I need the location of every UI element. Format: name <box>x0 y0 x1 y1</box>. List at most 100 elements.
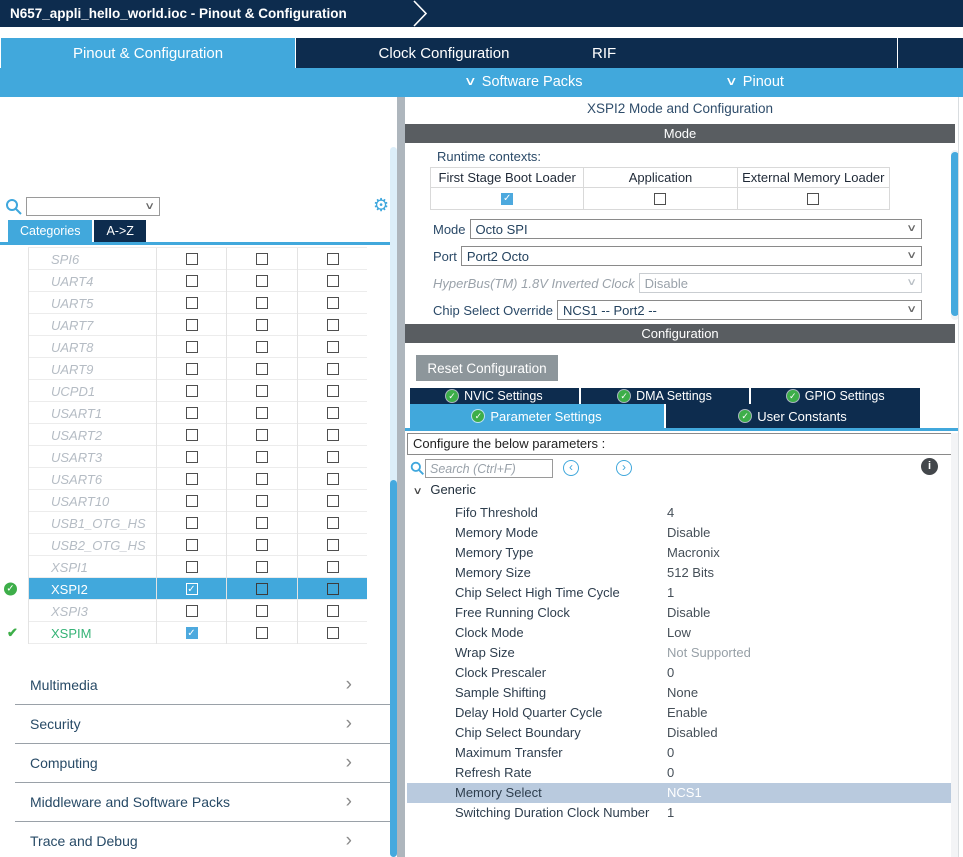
peripheral-row[interactable]: ✓ ✔ USART6 <box>29 468 367 490</box>
context1-checkbox[interactable] <box>185 539 198 551</box>
sidebar-tab[interactable]: Categories <box>8 220 93 242</box>
peripheral-row[interactable]: ✓ ✔ UART4 <box>29 270 367 292</box>
peripheral-row[interactable]: ✓ ✔ XSPIM <box>7 622 367 644</box>
context3-checkbox[interactable] <box>327 429 339 441</box>
peripheral-row[interactable]: ✓ ✔ USART10 <box>29 490 367 512</box>
context1-checkbox[interactable] <box>185 363 198 375</box>
sidebar-scrollbar-thumb[interactable] <box>390 480 397 857</box>
parameter-row[interactable]: Wrap Size Not Supported <box>407 643 953 663</box>
context3-checkbox[interactable] <box>327 341 339 353</box>
context3-checkbox[interactable] <box>327 583 339 595</box>
context2-checkbox[interactable] <box>256 539 268 551</box>
runtime-context-checkbox[interactable] <box>807 192 820 205</box>
main-tab[interactable]: Pinout & Configuration <box>0 38 295 68</box>
peripheral-row[interactable]: ✓ ✔ USART1 <box>29 402 367 424</box>
parameter-row[interactable]: Free Running Clock Disable <box>407 603 953 623</box>
context3-checkbox[interactable] <box>327 275 339 287</box>
context1-checkbox[interactable] <box>185 319 198 331</box>
field-select[interactable]: Disable ∨ <box>638 273 922 293</box>
peripheral-row[interactable]: ✓ ✔ USB2_OTG_HS <box>29 534 367 556</box>
peripheral-row[interactable]: ✓ ✔ UART9 <box>29 358 367 380</box>
parameter-row[interactable]: Memory Size 512 Bits <box>407 563 953 583</box>
context2-checkbox[interactable] <box>256 319 268 331</box>
reset-configuration-button[interactable]: Reset Configuration <box>416 355 558 381</box>
context2-checkbox[interactable] <box>256 583 268 595</box>
parameter-row[interactable]: Chip Select High Time Cycle 1 <box>407 583 953 603</box>
main-tab[interactable]: Clock Configuration <box>295 38 592 68</box>
peripheral-row[interactable]: ✓ ✔ XSPI1 <box>29 556 367 578</box>
settings-tab[interactable]: ✓ NVIC Settings <box>410 388 579 404</box>
context1-checkbox[interactable] <box>185 517 198 529</box>
context1-checkbox[interactable] <box>185 451 198 463</box>
parameter-row[interactable]: Memory Mode Disable <box>407 523 953 543</box>
parameter-group-header[interactable]: ∨ Generic <box>413 482 476 497</box>
settings-tab[interactable]: ✓ Parameter Settings <box>410 404 664 428</box>
context2-checkbox[interactable] <box>256 385 268 397</box>
context1-checkbox[interactable] <box>185 495 198 507</box>
context3-checkbox[interactable] <box>327 253 339 265</box>
search-previous-button[interactable]: ‹ <box>563 460 579 476</box>
context1-checkbox[interactable] <box>185 583 198 595</box>
context1-checkbox[interactable] <box>185 605 198 617</box>
context1-checkbox[interactable] <box>185 385 198 397</box>
context3-checkbox[interactable] <box>327 495 339 507</box>
context2-checkbox[interactable] <box>256 297 268 309</box>
context3-checkbox[interactable] <box>327 539 339 551</box>
sidebar-search-combobox[interactable]: ∨ <box>26 197 160 216</box>
subheader-dropdown[interactable]: ∨ Software Packs <box>464 68 583 97</box>
context3-checkbox[interactable] <box>327 407 339 419</box>
context3-checkbox[interactable] <box>327 517 339 529</box>
context2-checkbox[interactable] <box>256 275 268 287</box>
peripheral-row[interactable]: ✓ ✔ UCPD1 <box>29 380 367 402</box>
peripheral-row[interactable]: ✓ ✔ UART7 <box>29 314 367 336</box>
field-select[interactable]: NCS1 -- Port2 -- ∨ <box>556 300 922 320</box>
category-item[interactable]: Middleware and Software Packs › <box>15 783 390 822</box>
context3-checkbox[interactable] <box>327 627 339 639</box>
subheader-dropdown[interactable]: ∨ Pinout <box>725 68 784 97</box>
category-item[interactable]: Security › <box>15 705 390 744</box>
gear-icon[interactable]: ⚙ <box>373 196 389 214</box>
parameter-search-input[interactable] <box>425 459 553 478</box>
context2-checkbox[interactable] <box>256 561 268 573</box>
peripheral-row[interactable]: ✓ ✔ XSPI2 <box>3 578 367 600</box>
settings-tab[interactable]: ✓ DMA Settings <box>580 388 750 404</box>
context2-checkbox[interactable] <box>256 605 268 617</box>
parameter-row[interactable]: Maximum Transfer 0 <box>407 743 953 763</box>
parameter-row[interactable]: Fifo Threshold 4 <box>407 503 953 523</box>
parameter-row[interactable]: Clock Prescaler 0 <box>407 663 953 683</box>
context1-checkbox[interactable] <box>185 627 198 639</box>
context2-checkbox[interactable] <box>256 407 268 419</box>
category-item[interactable]: Multimedia › <box>15 666 390 705</box>
runtime-context-checkbox[interactable] <box>501 192 514 205</box>
field-select[interactable]: Octo SPI ∨ <box>469 219 922 239</box>
context3-checkbox[interactable] <box>327 605 339 617</box>
context2-checkbox[interactable] <box>256 253 268 265</box>
settings-tab[interactable]: ✓ User Constants <box>666 404 920 428</box>
context1-checkbox[interactable] <box>185 253 198 265</box>
main-tab[interactable]: RIF <box>592 38 616 68</box>
parameter-row[interactable]: Delay Hold Quarter Cycle Enable <box>407 703 953 723</box>
context1-checkbox[interactable] <box>185 561 198 573</box>
sidebar-tab[interactable]: A->Z <box>94 220 146 242</box>
context1-checkbox[interactable] <box>185 407 198 419</box>
parameter-row[interactable]: Clock Mode Low <box>407 623 953 643</box>
context2-checkbox[interactable] <box>256 473 268 485</box>
info-icon[interactable]: i <box>921 458 938 475</box>
context1-checkbox[interactable] <box>185 473 198 485</box>
search-next-button[interactable]: › <box>616 460 632 476</box>
context1-checkbox[interactable] <box>185 275 198 287</box>
context2-checkbox[interactable] <box>256 627 268 639</box>
peripheral-row[interactable]: ✓ ✔ UART8 <box>29 336 367 358</box>
context1-checkbox[interactable] <box>185 297 198 309</box>
peripheral-row[interactable]: ✓ ✔ USART3 <box>29 446 367 468</box>
settings-tab[interactable]: ✓ GPIO Settings <box>751 388 921 404</box>
parameter-row[interactable]: Refresh Rate 0 <box>407 763 953 783</box>
context3-checkbox[interactable] <box>327 473 339 485</box>
context2-checkbox[interactable] <box>256 363 268 375</box>
runtime-context-checkbox[interactable] <box>654 192 667 205</box>
context1-checkbox[interactable] <box>185 341 198 353</box>
category-item[interactable]: Computing › <box>15 744 390 783</box>
peripheral-row[interactable]: ✓ ✔ USB1_OTG_HS <box>29 512 367 534</box>
context2-checkbox[interactable] <box>256 429 268 441</box>
panel-splitter[interactable] <box>397 97 405 857</box>
